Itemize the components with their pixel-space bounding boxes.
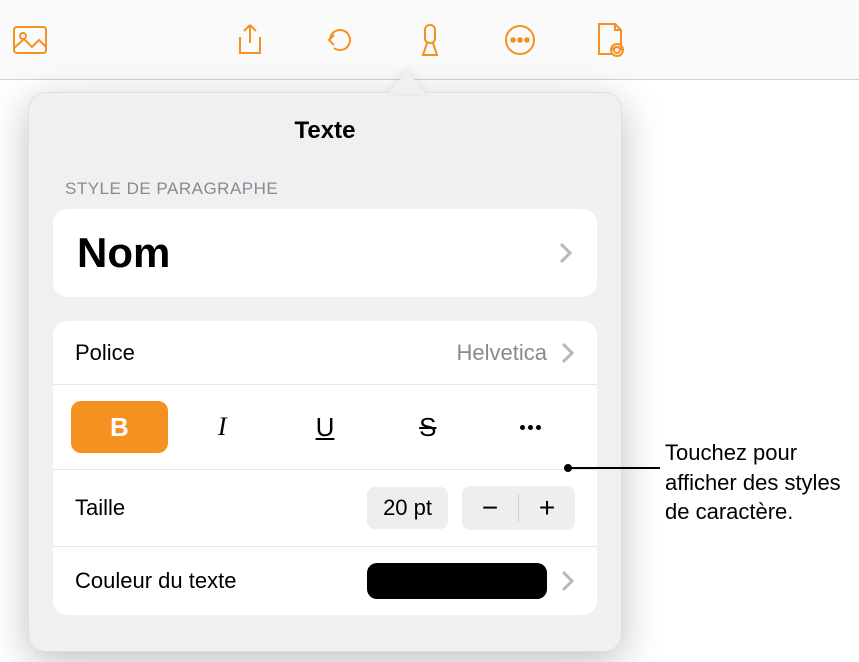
share-button[interactable] bbox=[230, 20, 270, 60]
size-value[interactable]: 20 pt bbox=[367, 487, 448, 529]
toolbar bbox=[0, 0, 859, 80]
size-decrease-button[interactable]: − bbox=[462, 486, 518, 530]
chevron-right-icon bbox=[559, 242, 573, 264]
popover-arrow bbox=[388, 66, 426, 94]
size-label: Taille bbox=[75, 495, 367, 521]
paragraph-style-card: Nom bbox=[53, 209, 597, 297]
insert-image-button[interactable] bbox=[10, 20, 50, 60]
size-row: Taille 20 pt − + bbox=[53, 470, 597, 547]
font-value: Helvetica bbox=[457, 340, 547, 366]
bold-button[interactable]: B bbox=[71, 401, 168, 453]
document-view-button[interactable] bbox=[590, 20, 630, 60]
font-label: Police bbox=[75, 340, 457, 366]
more-button[interactable] bbox=[500, 20, 540, 60]
format-brush-button[interactable] bbox=[410, 20, 450, 60]
callout-text: Touchez pour afficher des styles de cara… bbox=[665, 438, 845, 527]
format-popover: Texte STYLE DE PARAGRAPHE Nom Police Hel… bbox=[28, 92, 622, 652]
text-color-swatch bbox=[367, 563, 547, 599]
paragraph-style-row[interactable]: Nom bbox=[53, 209, 597, 297]
italic-button[interactable]: I bbox=[174, 401, 271, 453]
paragraph-style-value: Nom bbox=[77, 229, 170, 277]
underline-button[interactable]: U bbox=[277, 401, 374, 453]
text-color-label: Couleur du texte bbox=[75, 568, 367, 594]
undo-button[interactable] bbox=[320, 20, 360, 60]
chevron-right-icon bbox=[561, 570, 575, 592]
paragraph-style-label: STYLE DE PARAGRAPHE bbox=[29, 165, 621, 209]
size-stepper: − + bbox=[462, 486, 575, 530]
text-style-row: B I U S bbox=[53, 385, 597, 470]
more-icon bbox=[520, 425, 541, 430]
font-row[interactable]: Police Helvetica bbox=[53, 321, 597, 385]
size-increase-button[interactable]: + bbox=[519, 486, 575, 530]
strikethrough-button[interactable]: S bbox=[379, 401, 476, 453]
callout-pointer bbox=[568, 467, 660, 469]
chevron-right-icon bbox=[561, 342, 575, 364]
popover-title: Texte bbox=[29, 93, 621, 165]
text-color-row[interactable]: Couleur du texte bbox=[53, 547, 597, 615]
more-styles-button[interactable] bbox=[482, 401, 579, 453]
text-properties-card: Police Helvetica B I U S Taille 20 pt bbox=[53, 321, 597, 615]
